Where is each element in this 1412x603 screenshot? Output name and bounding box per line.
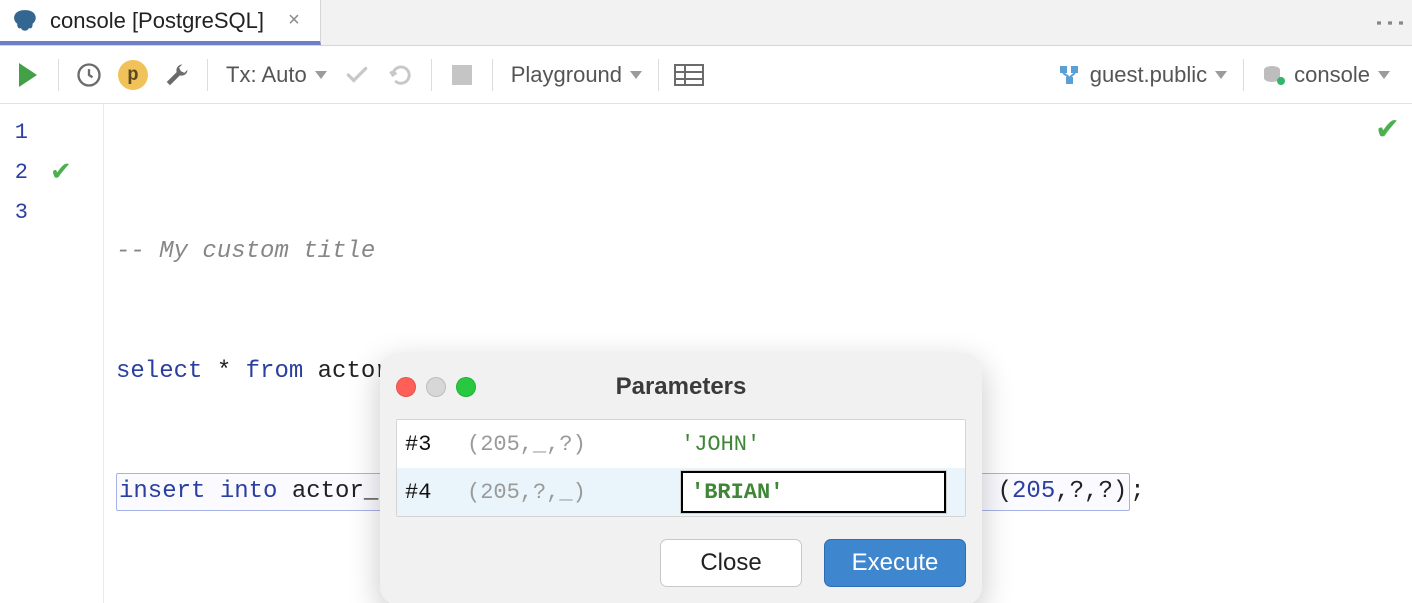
param-input[interactable]: [681, 471, 946, 513]
history-button[interactable]: [67, 46, 111, 103]
checkmark-icon: ✔: [1375, 112, 1400, 147]
session-dropdown[interactable]: console: [1252, 62, 1398, 88]
data-grid-button[interactable]: [667, 46, 711, 103]
dialog-titlebar: Parameters: [396, 365, 966, 409]
param-context: (205,?,_): [467, 480, 681, 505]
toolbar: p Tx: Auto Playground guest.public conso…: [0, 46, 1412, 104]
minimize-window-icon: [426, 377, 446, 397]
chevron-down-icon: [1376, 69, 1388, 81]
param-value: 'JOHN': [681, 432, 957, 457]
kebab-menu-icon[interactable]: ⋮: [1384, 7, 1398, 39]
chevron-down-icon: [628, 69, 640, 81]
checkmark-icon: ✔: [50, 157, 72, 188]
parameter-row[interactable]: #4 (205,?,_): [397, 468, 965, 516]
parameters-dialog: Parameters #3 (205,_,?) 'JOHN' #4 (205,?…: [380, 353, 982, 603]
tab-title: console [PostgreSQL]: [50, 8, 264, 34]
chevron-down-icon: [1213, 69, 1225, 81]
dialog-title: Parameters: [616, 373, 747, 401]
line-number: 3: [0, 200, 36, 225]
param-context: (205,_,?): [467, 432, 681, 457]
close-button[interactable]: Close: [660, 539, 802, 587]
chevron-down-icon: [313, 69, 325, 81]
commit-button: [335, 46, 379, 103]
tab-overflow: ⋮: [1384, 0, 1412, 45]
postgresql-icon: [12, 7, 40, 35]
tab-bar: console [PostgreSQL] × ⋮: [0, 0, 1412, 46]
zoom-window-icon[interactable]: [456, 377, 476, 397]
wrench-button[interactable]: [155, 46, 199, 103]
run-button[interactable]: [6, 46, 50, 103]
close-window-icon[interactable]: [396, 377, 416, 397]
line-number: 2: [0, 160, 36, 185]
gutter: 1 2 ✔ 3: [0, 104, 104, 603]
line-number: 1: [0, 120, 36, 145]
tab-bar-left: console [PostgreSQL] ×: [0, 0, 321, 45]
stop-button: [440, 46, 484, 103]
editor: 1 2✔ 3 -- My custom title select * from …: [0, 104, 1412, 603]
p-badge-button[interactable]: p: [111, 46, 155, 103]
param-index: #4: [405, 480, 467, 505]
tab-console[interactable]: console [PostgreSQL] ×: [0, 0, 321, 45]
rollback-button: [379, 46, 423, 103]
parameter-row[interactable]: #3 (205,_,?) 'JOHN': [397, 420, 965, 468]
execute-button[interactable]: Execute: [824, 539, 966, 587]
close-icon[interactable]: ×: [284, 9, 304, 32]
parameters-table: #3 (205,_,?) 'JOHN' #4 (205,?,_): [396, 419, 966, 517]
playground-dropdown[interactable]: Playground: [501, 62, 650, 88]
param-index: #3: [405, 432, 467, 457]
schema-dropdown[interactable]: guest.public: [1048, 62, 1235, 88]
tx-mode-dropdown[interactable]: Tx: Auto: [216, 62, 335, 88]
